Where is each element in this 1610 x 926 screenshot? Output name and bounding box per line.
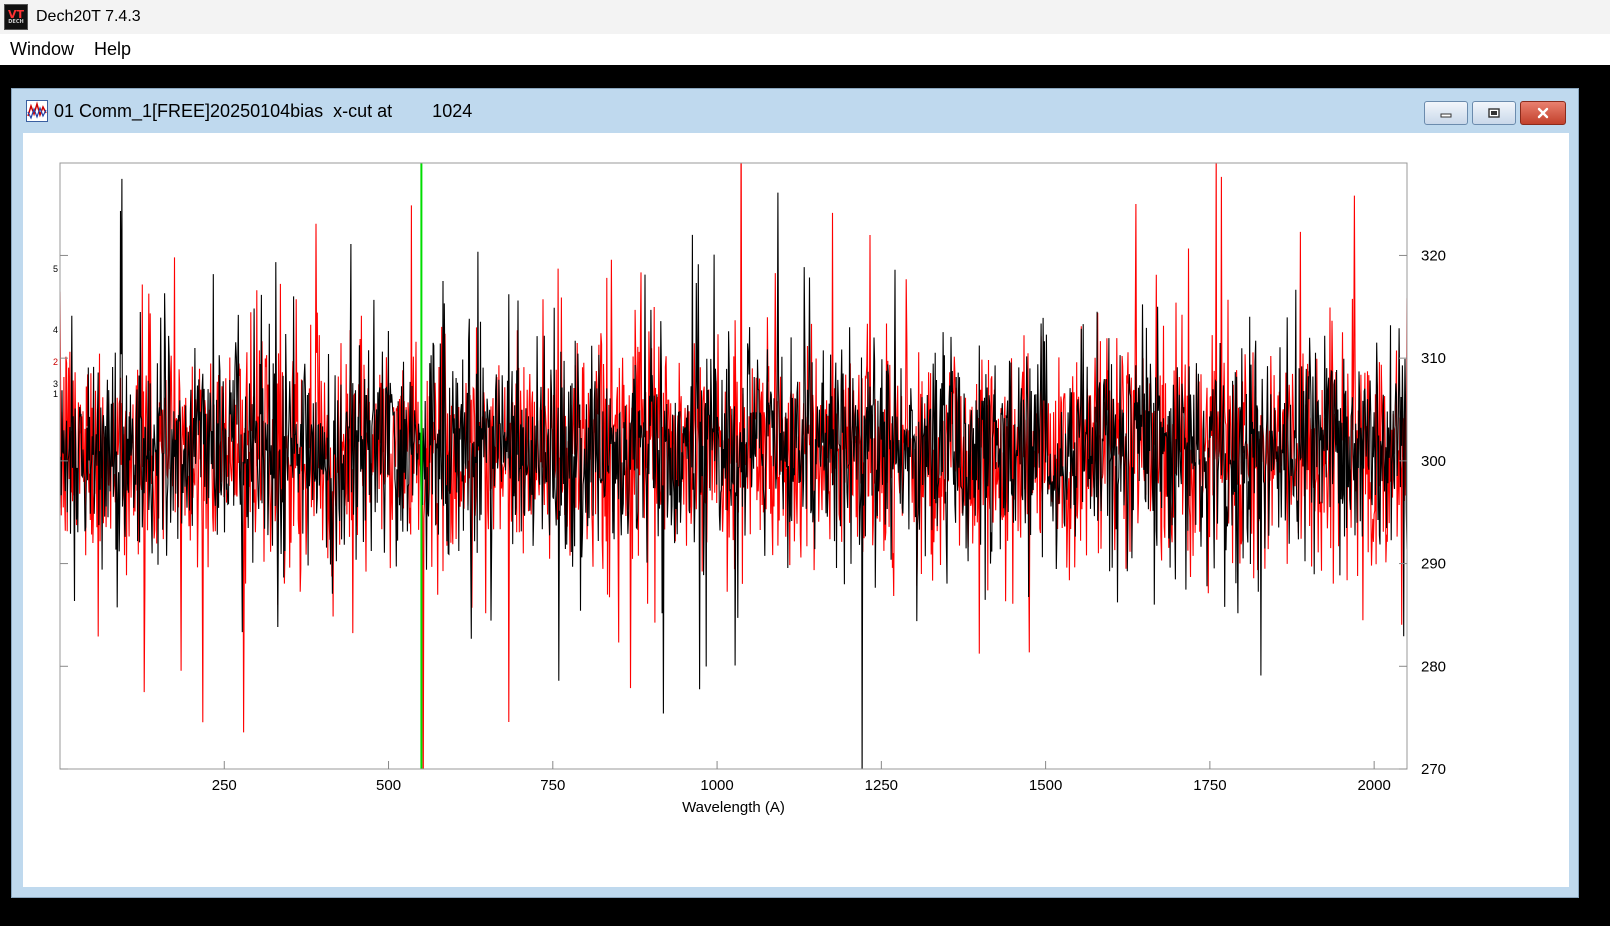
app-title: Dech20T 7.4.3 [36,8,141,25]
menu-window[interactable]: Window [0,39,84,60]
plot-client-area[interactable]: 250 500 750 1000 1250 1500 1750 2000 270 280 290 30… [23,133,1569,887]
left-axis-tick-label: 5 [53,264,58,274]
plot-icon [26,100,48,122]
y-tick-label: 300 [1421,453,1446,470]
y-tick-label: 270 [1421,761,1446,778]
app-logo-icon: VT DECH [4,4,28,30]
child-window-titlebar[interactable]: 01 Comm_1[FREE]20250104bias x-cut at 102… [12,89,1578,133]
spectrum-child-window[interactable]: 01 Comm_1[FREE]20250104bias x-cut at 102… [11,88,1579,898]
restore-icon [1488,108,1500,118]
left-axis-tick-label: 1 [53,389,58,399]
menu-bar: Window Help [0,34,1610,65]
window-controls [1424,101,1566,125]
x-tick-label: 2000 [1357,777,1390,794]
x-tick-label: 250 [212,777,237,794]
menu-help[interactable]: Help [84,39,141,60]
left-axis-tick-label: 3 [53,379,58,389]
x-tick-label: 1000 [700,777,733,794]
x-axis-label: Wavelength (A) [682,799,785,816]
x-tick-label: 750 [540,777,565,794]
spectrum-plot[interactable]: 250 500 750 1000 1250 1500 1750 2000 270 280 290 30… [23,133,1569,887]
y-tick-label: 320 [1421,247,1446,264]
left-axis-tick-label: 4 [53,325,58,335]
x-tick-label: 1250 [865,777,898,794]
minimize-button[interactable] [1424,101,1468,125]
minimize-icon [1440,113,1452,118]
spectrum-series-0 [60,178,1407,769]
child-window-title: 01 Comm_1[FREE]20250104bias x-cut at 102… [54,100,473,121]
restore-button[interactable] [1472,101,1516,125]
x-tick-label: 1750 [1193,777,1226,794]
close-icon [1537,107,1549,119]
y-tick-label: 290 [1421,556,1446,573]
left-axis-tick-label: 2 [53,357,58,367]
app-titlebar: VT DECH Dech20T 7.4.3 [0,0,1610,34]
x-tick-label: 500 [376,777,401,794]
close-button[interactable] [1520,101,1566,125]
x-tick-label: 1500 [1029,777,1062,794]
y-tick-label: 280 [1421,658,1446,675]
y-tick-label: 310 [1421,350,1446,367]
